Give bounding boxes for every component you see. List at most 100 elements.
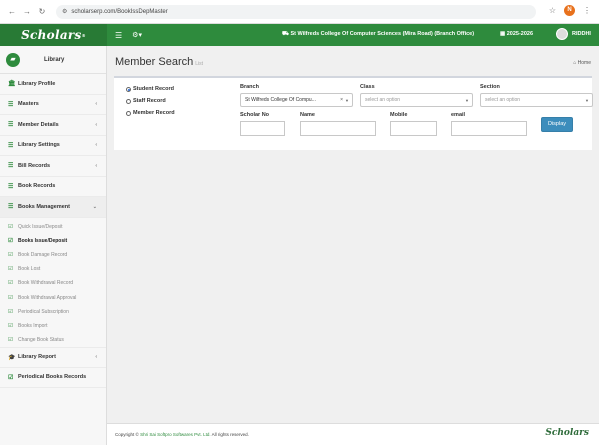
list-icon: ☰ — [8, 163, 14, 170]
submenu-item-periodical-subscription[interactable]: ☑ Periodical Subscription — [0, 305, 106, 319]
submenu-item-books-import[interactable]: ☑ Books Import — [0, 319, 106, 333]
chevron-left-icon: ‹ — [95, 162, 97, 169]
submenu-item-quick-issue[interactable]: ☑ Quick Issue/Deposit — [0, 220, 106, 234]
back-icon[interactable]: ← — [8, 7, 16, 16]
section-label: Section — [480, 84, 500, 90]
check-square-icon: ☑ — [8, 280, 13, 287]
sidebar-header: ▰ Library — [0, 46, 106, 74]
address-bar[interactable]: ⚙ scholarserp.com/BookIssDepMaster — [56, 4, 536, 19]
settings-dropdown-icon[interactable]: ⚙▾ — [132, 31, 142, 39]
name-input[interactable] — [300, 121, 376, 136]
chevron-down-icon: ⌄ — [92, 203, 97, 210]
books-management-submenu: ☑ Quick Issue/Deposit ☑ Books Issue/Deposi… — [0, 218, 106, 348]
sidebar-item-member-details[interactable]: ☰ Member Details ‹ — [0, 115, 106, 136]
check-square-icon: ☑ — [8, 237, 13, 244]
sidebar-item-library-settings[interactable]: ☰ Library Settings ‹ — [0, 136, 106, 156]
site-info-icon[interactable]: ⚙ — [62, 8, 67, 15]
chevron-down-icon: ▼ — [465, 97, 469, 103]
sidebar-item-book-records[interactable]: ☰ Book Records — [0, 177, 106, 197]
sidebar-item-masters[interactable]: ☰ Masters ‹ — [0, 95, 106, 115]
name-label: Name — [300, 112, 315, 118]
sidebar: ▰ Library 🏛 Library Profile ☰ Masters ‹ … — [0, 46, 107, 445]
hamburger-menu-icon[interactable]: ☰ — [115, 31, 122, 40]
sidebar-item-bill-records[interactable]: ☰ Bill Records ‹ — [0, 156, 106, 177]
class-select[interactable]: select an option ▼ — [360, 93, 473, 107]
branch-select[interactable]: St Wilfreds College Of Compu... × ▼ — [240, 93, 353, 107]
chevron-left-icon: ‹ — [95, 142, 97, 149]
list-icon: ☰ — [8, 204, 14, 211]
chevron-left-icon: ‹ — [95, 121, 97, 128]
radio-button-checked[interactable] — [126, 86, 131, 92]
footer-logo: Scholars — [545, 428, 589, 438]
app-logo[interactable]: Scholars ® — [0, 24, 107, 46]
member-search-form: Student Record Staff Record Member Recor… — [114, 76, 593, 150]
check-square-icon: ☑ — [8, 322, 13, 329]
page-title: Member Search List — [115, 56, 204, 68]
session-year[interactable]: ▦ 2025-2026 — [500, 31, 533, 37]
check-square-icon: ☑ — [8, 374, 14, 381]
submenu-item-book-damage[interactable]: ☑ Book Damage Record — [0, 248, 106, 262]
scholar-no-input[interactable] — [240, 121, 285, 136]
check-square-icon: ☑ — [8, 266, 13, 273]
user-menu[interactable]: RIDDHI — [556, 28, 591, 40]
email-label: email — [451, 112, 466, 118]
branch-label: Branch — [240, 84, 259, 90]
radio-member-record[interactable]: Member Record — [126, 110, 175, 116]
sidebar-item-library-profile[interactable]: 🏛 Library Profile — [0, 74, 106, 95]
chevron-left-icon: ‹ — [95, 101, 97, 108]
copyright-text: Copyright © Shri Sai Softpro Softwares P… — [115, 432, 249, 437]
sidebar-title: Library — [44, 56, 65, 63]
library-icon: ▰ — [6, 52, 20, 67]
chevron-down-icon: ▼ — [585, 97, 589, 103]
mobile-input[interactable] — [390, 121, 437, 136]
list-icon: ☰ — [8, 122, 14, 129]
chevron-left-icon: ‹ — [95, 354, 97, 361]
chevron-down-icon: ▼ — [345, 97, 349, 103]
url-text: scholarserp.com/BookIssDepMaster — [71, 8, 168, 15]
check-square-icon: ☑ — [8, 223, 13, 230]
mobile-label: Mobile — [390, 112, 408, 118]
bookmark-star-icon[interactable]: ☆ — [549, 6, 556, 15]
section-select[interactable]: select an option ▼ — [480, 93, 593, 107]
user-avatar — [556, 28, 568, 40]
college-name[interactable]: ⛟ St Wilfreds College Of Computer Scienc… — [282, 31, 474, 38]
list-icon: ☰ — [8, 142, 14, 149]
forward-icon[interactable]: → — [23, 7, 31, 16]
company-link[interactable]: Shri Sai Softpro Softwares Pvt. Ltd. — [140, 432, 211, 437]
browser-toolbar: ← → ↻ ⚙ scholarserp.com/BookIssDepMaster… — [0, 0, 599, 24]
submenu-item-book-withdrawal-record[interactable]: ☑ Book Withdrawal Record — [0, 276, 106, 290]
radio-student-record[interactable]: Student Record — [126, 86, 174, 92]
check-square-icon: ☑ — [8, 251, 13, 258]
submenu-item-change-book-status[interactable]: ☑ Change Book Status — [0, 333, 106, 347]
home-icon: ⌂ — [573, 60, 577, 66]
display-button[interactable]: Display — [541, 117, 573, 132]
user-name: RIDDHI — [572, 31, 591, 37]
check-square-icon: ☑ — [8, 294, 13, 301]
graduation-cap-icon: 🎓 — [8, 354, 16, 361]
clear-icon[interactable]: × — [340, 97, 343, 103]
page-subtitle: List — [195, 61, 204, 67]
list-icon: ☰ — [8, 183, 14, 190]
radio-button[interactable] — [126, 110, 131, 116]
radio-button[interactable] — [126, 98, 131, 104]
check-square-icon: ☑ — [8, 308, 13, 315]
sidebar-item-library-report[interactable]: 🎓 Library Report ‹ — [0, 347, 106, 368]
list-icon: ☰ — [8, 101, 14, 108]
breadcrumb[interactable]: ⌂ Home — [573, 60, 591, 66]
footer: Copyright © Shri Sai Softpro Softwares P… — [107, 423, 599, 445]
sidebar-item-periodical-books-records[interactable]: ☑ Periodical Books Records — [0, 368, 106, 389]
submenu-item-book-withdrawal-approval[interactable]: ☑ Book Withdrawal Approval — [0, 290, 106, 304]
bank-icon: 🏛 — [8, 81, 16, 88]
browser-menu-icon[interactable]: ⋮ — [583, 6, 591, 15]
main-content: Member Search List ⌂ Home Student Record … — [107, 46, 599, 423]
radio-staff-record[interactable]: Staff Record — [126, 98, 166, 104]
reload-icon[interactable]: ↻ — [38, 7, 46, 16]
browser-profile-avatar[interactable]: N — [564, 5, 575, 16]
app-header: Scholars ® ☰ ⚙▾ ⛟ St Wilfreds College Of … — [0, 24, 599, 46]
submenu-item-book-lost[interactable]: ☑ Book Lost — [0, 262, 106, 276]
email-input[interactable] — [451, 121, 527, 136]
scholar-no-label: Scholar No — [240, 112, 270, 118]
check-square-icon: ☑ — [8, 337, 13, 344]
sidebar-item-books-management[interactable]: ☰ Books Management ⌄ — [0, 197, 106, 218]
submenu-item-books-issue-deposit[interactable]: ☑ Books Issue/Deposit — [0, 234, 106, 248]
